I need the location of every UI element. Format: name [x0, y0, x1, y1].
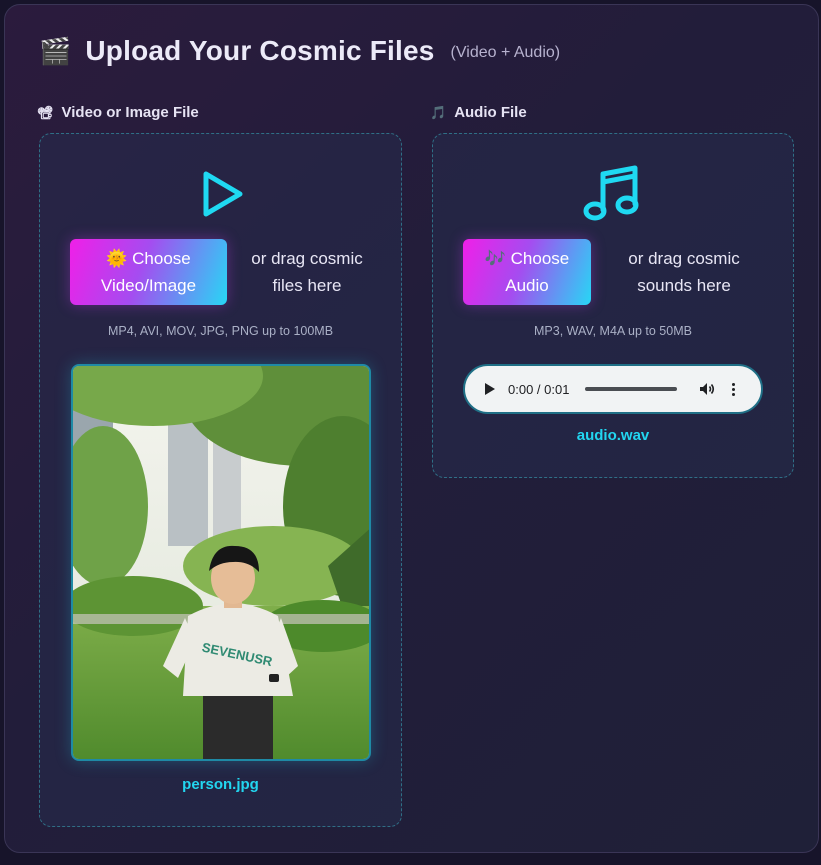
audio-drag-line-1: or drag cosmic	[628, 249, 740, 268]
video-drag-line-2: files here	[272, 276, 342, 295]
audio-format-hint: MP3, WAV, M4A up to 50MB	[534, 324, 692, 338]
video-section-label: 📽 Video or Image File	[37, 104, 199, 121]
music-notes-big-icon	[583, 165, 639, 221]
video-drag-text: or drag cosmic files here	[247, 245, 367, 299]
choose-video-label-2: Video/Image	[100, 276, 197, 295]
audio-progress-bar[interactable]	[585, 387, 678, 391]
choose-audio-label-2: Audio	[505, 276, 549, 295]
upload-panel: 🎬 Upload Your Cosmic Files (Video + Audi…	[4, 4, 819, 853]
choose-audio-label-1: Choose	[510, 249, 570, 268]
video-format-hint: MP4, AVI, MOV, JPG, PNG up to 100MB	[107, 324, 334, 338]
music-notes-icon: 🎶	[484, 249, 506, 268]
choose-video-label-1: Choose	[132, 249, 191, 268]
audio-section-label: 🎵 Audio File	[430, 104, 527, 121]
volume-icon[interactable]	[699, 382, 715, 396]
video-filename: person.jpg	[182, 776, 259, 793]
music-note-icon: 🎵	[430, 104, 447, 120]
video-label-text: Video or Image File	[61, 104, 199, 121]
video-dropzone[interactable]: 🌞 Choose Video/Image or drag cosmic file…	[39, 133, 402, 827]
audio-filename: audio.wav	[576, 427, 650, 444]
audio-player[interactable]: 0:00 / 0:01	[463, 364, 763, 414]
choose-audio-button[interactable]: 🎶 Choose Audio	[463, 239, 591, 305]
audio-dropzone[interactable]: 🎶 Choose Audio or drag cosmic sounds her…	[432, 133, 794, 478]
audio-drag-line-2: sounds here	[637, 276, 731, 295]
panel-header: 🎬 Upload Your Cosmic Files (Video + Audi…	[39, 35, 560, 67]
audio-label-text: Audio File	[454, 104, 527, 121]
video-drag-line-1: or drag cosmic	[251, 249, 363, 268]
film-projector-icon: 📽	[37, 104, 54, 120]
sun-icon: 🌞	[106, 249, 128, 268]
play-icon[interactable]	[485, 383, 495, 395]
page-subtitle: (Video + Audio)	[450, 44, 561, 61]
audio-time: 0:00 / 0:01	[508, 381, 570, 397]
more-options-icon[interactable]	[732, 382, 736, 396]
play-icon	[203, 171, 243, 217]
page-title: Upload Your Cosmic Files	[85, 35, 435, 66]
audio-drag-text: or drag cosmic sounds here	[619, 245, 749, 299]
preview-photo: SEVENUSR	[73, 366, 369, 759]
clapperboard-icon: 🎬	[39, 35, 72, 66]
choose-video-button[interactable]: 🌞 Choose Video/Image	[70, 239, 227, 305]
image-preview: SEVENUSR	[71, 364, 371, 761]
